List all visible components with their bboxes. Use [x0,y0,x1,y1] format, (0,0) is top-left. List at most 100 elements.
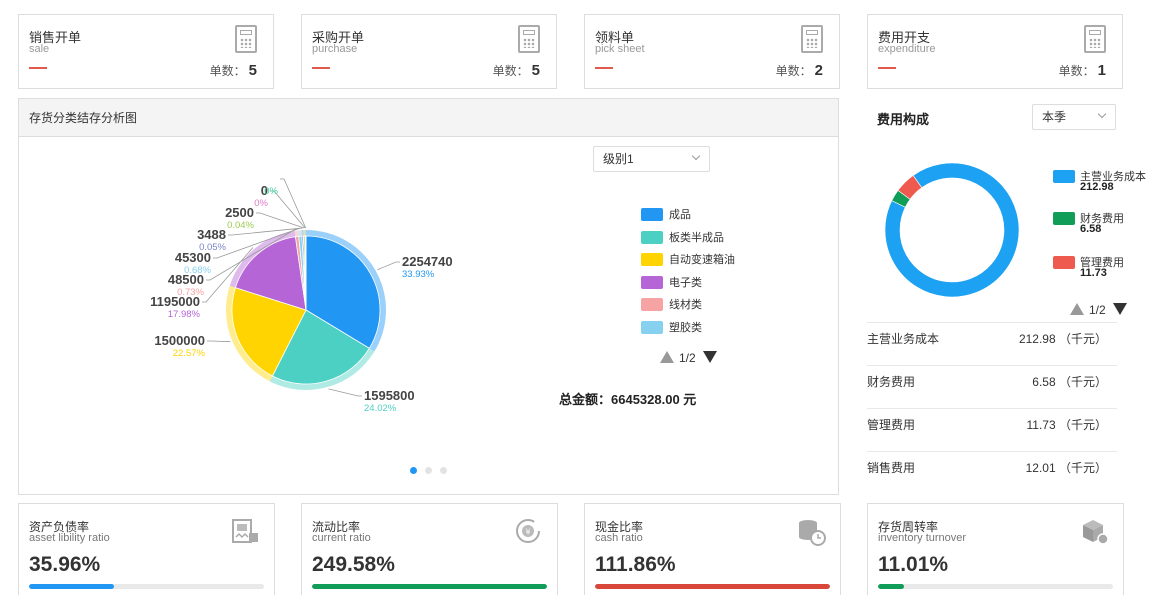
ratio-progress-track [878,584,1113,589]
stat-count: 单数： 5 [492,62,540,79]
ratio-subtitle: asset libility ratio [29,532,110,544]
legend-value: 6.58 [1080,223,1102,235]
carousel-dot[interactable] [410,467,417,474]
calculator-icon [801,25,823,53]
ratio-progress-fill [878,584,904,589]
calculator-icon [235,25,257,53]
legend-swatch [641,253,663,266]
page-down-icon[interactable] [703,351,717,363]
stat-subtitle: expenditure [878,43,936,55]
pie-percent-label: 0% [254,198,268,209]
stat-subtitle: pick sheet [595,43,645,55]
cost-row-name: 销售费用 [867,461,916,475]
pie-value-label: 3488 [197,227,226,242]
cost-row-name: 主营业务成本 [867,332,940,346]
legend-swatch [641,275,663,289]
legend-swatch [1053,212,1075,225]
legend-swatch [1053,256,1075,269]
box-icon [1083,520,1109,545]
ratio-progress-track [29,584,264,589]
calculator-icon [518,25,540,53]
cost-row-name: 财务费用 [867,375,916,389]
pie-percent-label: 0.73% [177,287,204,298]
inventory-total: 总金额：6645328.00 元 [559,392,697,407]
ratio-progress-track [312,584,547,589]
cost-row-value: 12.01 （千元） [1025,461,1107,475]
ratio-progress-track [595,584,830,589]
cost-row: 管理费用 11.73 （千元） [867,408,1117,451]
stat-subtitle: sale [29,43,50,55]
pie-label-line [256,212,305,229]
cost-donut-chart [884,162,1020,298]
pie-value-label: 1595800 [364,388,415,403]
page-up-icon[interactable] [1070,303,1084,315]
ratio-card-asset-liability[interactable]: 资产负债率 asset libility ratio 35.96% [18,503,275,595]
legend-label: 电子类 [669,276,702,289]
ratio-subtitle: inventory turnover [878,532,967,544]
legend-swatch [1053,170,1075,183]
cost-row: 主营业务成本 212.98 （千元） [867,322,1117,365]
pie-slice-ring [303,230,305,237]
cost-row-value: 11.73 （千元） [1026,418,1107,432]
period-select[interactable]: 本季 [1032,104,1116,130]
ratio-value: 35.96% [29,553,101,576]
chevron-down-icon [691,151,701,161]
pie-label-line [207,340,231,343]
period-select-value: 本季 [1042,110,1067,124]
ratio-subtitle: current ratio [312,532,371,544]
stat-card-pick-sheet[interactable]: 领料单 pick sheet 单数： 2 [584,14,840,89]
pie-percent-label: 0% [264,186,278,197]
pie-percent-label: 0.04% [227,220,254,231]
pie-label-line [280,178,307,229]
panel-title: 存货分类结存分析图 [19,99,838,137]
legend-value: 212.98 [1080,181,1114,193]
stat-subtitle: purchase [312,43,358,55]
cost-row-value: 212.98 （千元） [1018,332,1107,346]
report-icon [232,519,258,543]
cost-row-value: 6.58 （千元） [1032,375,1107,389]
legend-value: 11.73 [1080,267,1107,279]
pie-value-label: 2500 [225,205,254,220]
dash-marker [878,67,896,69]
pie-percent-label: 0.68% [184,265,211,276]
ratio-progress-fill [312,584,547,589]
ratio-value: 249.58% [312,553,395,576]
coins-clock-icon [799,520,826,546]
pie-label-line [377,261,400,271]
stat-card-expenditure[interactable]: 费用开支 expenditure 单数： 1 [867,14,1123,89]
cost-row-name: 管理费用 [867,418,916,432]
level-select[interactable]: 级别1 [593,146,710,172]
ratio-card-current[interactable]: 流动比率 current ratio 249.58% ¥ [301,503,558,595]
dash-marker [595,67,613,69]
pie-label-line [328,388,362,397]
legend-label: 板类半成品 [669,231,724,244]
pie-value-label: 1500000 [154,333,205,348]
pie-slice [305,235,307,311]
stat-card-sale[interactable]: 销售开单 sale 单数： 5 [18,14,274,89]
pie-slice-ring [298,230,302,237]
ratio-value: 11.01% [878,553,949,576]
cost-row: 销售费用 12.01 （千元） [867,451,1117,494]
pie-percent-label: 17.98% [168,309,201,320]
stat-card-purchase[interactable]: 采购开单 purchase 单数： 5 [301,14,557,89]
ratio-progress-fill [29,584,114,589]
pie-percent-label: 24.02% [364,403,397,414]
carousel-dot[interactable] [440,467,447,474]
legend-swatch [641,230,663,244]
legend-pager: 1/2 [679,351,696,365]
legend-label: 塑胶类 [669,321,702,334]
ratio-card-inventory-turnover[interactable]: 存货周转率 inventory turnover 11.01% [867,503,1124,595]
stat-count: 单数： 2 [775,62,823,79]
inventory-pie-chart: 225474033.93% 159580024.02% 150000022.57% 1… [150,178,453,414]
ratio-progress-fill [595,584,830,589]
carousel-dot[interactable] [425,467,432,474]
pie-percent-label: 33.93% [402,269,435,280]
calculator-icon [1084,25,1106,53]
page-down-icon[interactable] [1113,303,1127,315]
legend-swatch [641,298,663,311]
cost-legend-pager: 1/2 [1089,303,1106,317]
page-up-icon[interactable] [660,351,674,363]
legend-label: 成品 [669,209,691,221]
ratio-card-cash[interactable]: 现金比率 cash ratio 111.86% [584,503,841,595]
legend-label: 自动变速箱油 [669,254,735,266]
